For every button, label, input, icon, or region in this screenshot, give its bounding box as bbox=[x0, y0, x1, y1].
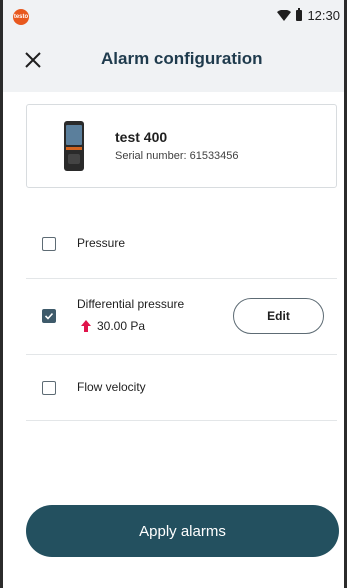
divider bbox=[26, 420, 337, 421]
flow-velocity-label: Flow velocity bbox=[77, 380, 146, 394]
check-icon bbox=[45, 312, 53, 320]
alarm-value-row: 30.00 Pa bbox=[81, 319, 145, 333]
pressure-label: Pressure bbox=[77, 236, 126, 250]
pressure-checkbox[interactable] bbox=[42, 237, 56, 251]
differential-pressure-label: Differential pressure bbox=[77, 297, 185, 311]
device-serial-number: Serial number: 61533456 bbox=[115, 150, 239, 162]
divider bbox=[26, 278, 337, 279]
wifi-icon bbox=[277, 9, 292, 21]
flow-velocity-checkbox[interactable] bbox=[42, 381, 56, 395]
device-image bbox=[64, 121, 84, 171]
apply-alarms-button[interactable]: Apply alarms bbox=[26, 505, 339, 557]
device-name: test 400 bbox=[115, 129, 168, 145]
app-header: Alarm configuration bbox=[3, 40, 344, 80]
status-time: 12:30 bbox=[307, 8, 340, 23]
divider bbox=[26, 354, 337, 355]
status-bar: testo 12:30 bbox=[3, 0, 344, 34]
top-band: testo 12:30 Alarm configuration bbox=[3, 0, 344, 92]
close-icon[interactable] bbox=[21, 48, 45, 72]
page-title: Alarm configuration bbox=[101, 49, 263, 68]
differential-pressure-checkbox[interactable] bbox=[42, 309, 56, 323]
battery-icon bbox=[296, 8, 303, 21]
arrow-up-icon bbox=[81, 320, 91, 332]
alarm-value: 30.00 Pa bbox=[97, 319, 146, 333]
edit-button[interactable]: Edit bbox=[233, 298, 324, 334]
status-icons: 12:30 bbox=[277, 8, 340, 23]
testo-logo-icon: testo bbox=[13, 9, 29, 25]
device-card: test 400 Serial number: 61533456 bbox=[26, 104, 337, 188]
